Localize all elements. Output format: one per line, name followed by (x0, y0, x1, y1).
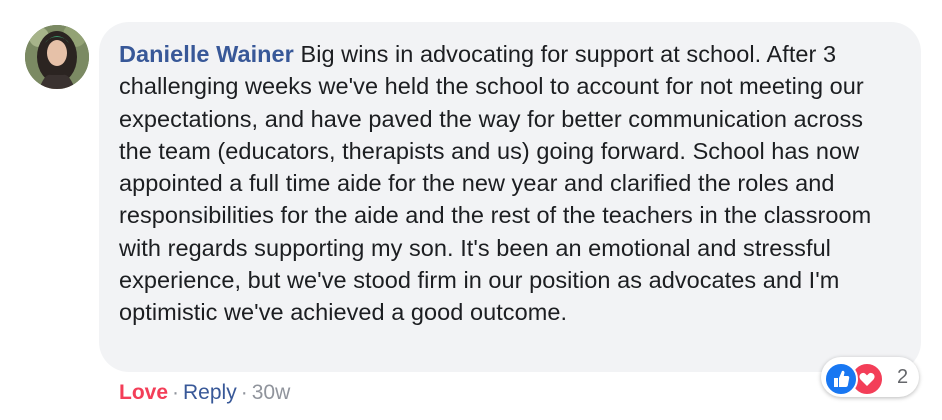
like-icon (824, 362, 858, 396)
action-separator: · (240, 381, 248, 404)
action-separator: · (172, 381, 180, 404)
comment-bubble: Danielle Wainer Big wins in advocating f… (99, 22, 921, 372)
comment-actions: Love · Reply · 30w (119, 378, 290, 408)
author-avatar[interactable] (25, 25, 89, 89)
avatar-photo (25, 25, 89, 89)
comment-author-link[interactable]: Danielle Wainer (119, 41, 294, 67)
reaction-count: 2 (897, 366, 909, 388)
reply-button[interactable]: Reply (183, 381, 237, 404)
comment-timestamp[interactable]: 30w (252, 381, 291, 404)
reactions-summary[interactable]: 2 (821, 357, 919, 397)
love-reaction-button[interactable]: Love (119, 381, 168, 404)
comment-body: Danielle Wainer Big wins in advocating f… (119, 38, 901, 329)
comment-text: Big wins in advocating for support at sc… (119, 41, 872, 326)
